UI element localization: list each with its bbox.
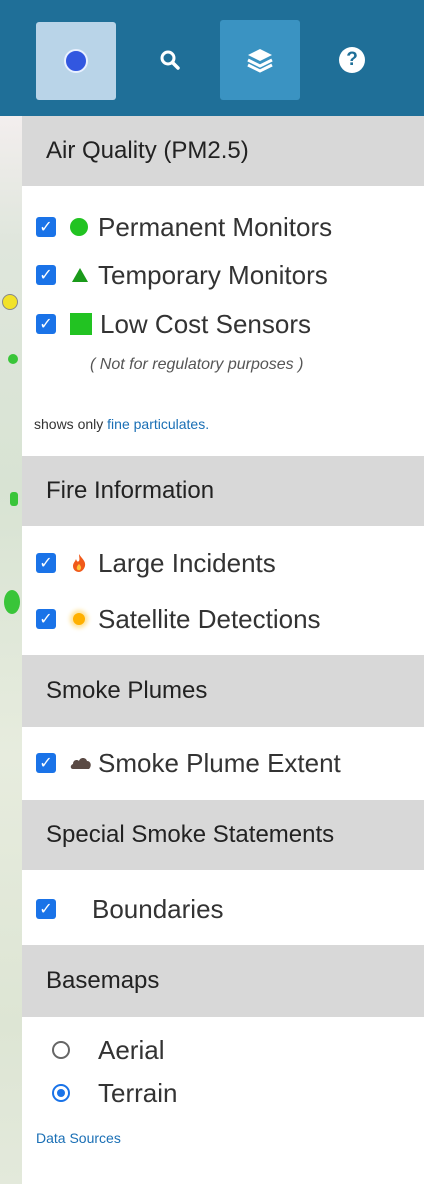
green-circle-icon [70,218,88,236]
map-background-strip[interactable] [0,116,22,1184]
section-header-smoke: Smoke Plumes [22,655,424,727]
layer-label: Low Cost Sensors [100,308,311,339]
layer-boundaries[interactable]: ✓ Boundaries [36,892,224,926]
map-monitor-marker[interactable] [8,354,18,364]
radio-button[interactable] [52,1041,70,1059]
layer-label: Satellite Detections [98,603,321,634]
help-button[interactable]: ? [312,20,392,100]
checkbox[interactable]: ✓ [36,753,56,773]
fine-particulates-link[interactable]: fine particulates. [107,416,209,432]
flame-icon [73,554,86,572]
basemap-option-aerial[interactable]: Aerial [52,1033,164,1067]
section-header-fire: Fire Information [22,456,424,526]
section-title: Smoke Plumes [46,677,208,704]
layer-label: Permanent Monitors [98,211,333,242]
layer-low-cost-sensors[interactable]: ✓ Low Cost Sensors [36,307,311,341]
basemap-label: Terrain [98,1077,178,1108]
sun-dot-icon [73,613,85,625]
section-header-statements: Special Smoke Statements [22,800,424,870]
pm-info-text: shows only fine particulates. [34,416,209,432]
checkbox[interactable]: ✓ [36,609,56,629]
layer-label: Large Incidents [98,547,276,578]
layer-label: Temporary Monitors [98,259,328,290]
green-triangle-icon [72,268,88,282]
layer-label: Smoke Plume Extent [98,747,341,778]
layer-satellite-detections[interactable]: ✓ Satellite Detections [36,602,321,636]
search-icon [160,50,180,70]
layers-location-button[interactable] [36,22,116,100]
section-title: Special Smoke Statements [46,821,335,848]
layers-icon [247,49,273,73]
help-icon: ? [339,47,365,73]
section-title: Air Quality (PM2.5) [46,137,249,164]
map-monitor-marker[interactable] [2,294,18,310]
checkbox[interactable]: ✓ [36,899,56,919]
layer-large-incidents[interactable]: ✓ Large Incidents [36,546,276,580]
regulatory-note: ( Not for regulatory purposes ) [90,356,304,373]
checkbox[interactable]: ✓ [36,314,56,334]
location-dot-icon [64,49,88,73]
checkbox[interactable]: ✓ [36,553,56,573]
section-title: Basemaps [46,967,160,994]
basemap-option-terrain[interactable]: Terrain [52,1076,177,1110]
section-title: Fire Information [46,477,215,504]
radio-button[interactable] [52,1084,70,1102]
pm-info-prefix: shows only [34,416,104,432]
layer-temporary-monitors[interactable]: ✓ Temporary Monitors [36,258,328,292]
search-button[interactable] [130,20,210,100]
cloud-icon [70,758,91,769]
basemap-label: Aerial [98,1034,165,1065]
checkbox[interactable]: ✓ [36,217,56,237]
layer-smoke-plume-extent[interactable]: ✓ Smoke Plume Extent [36,746,341,780]
layers-button[interactable] [220,20,300,100]
top-toolbar: ? [0,0,424,116]
data-sources-link[interactable]: Data Sources [36,1130,121,1146]
map-monitor-marker[interactable] [10,492,18,506]
layer-label: Boundaries [92,893,224,924]
section-header-air-quality: Air Quality (PM2.5) [22,116,424,186]
section-header-basemaps: Basemaps [22,945,424,1017]
layer-permanent-monitors[interactable]: ✓ Permanent Monitors [36,210,332,244]
map-monitor-marker[interactable] [4,590,20,614]
green-square-icon [70,313,92,335]
checkbox[interactable]: ✓ [36,265,56,285]
